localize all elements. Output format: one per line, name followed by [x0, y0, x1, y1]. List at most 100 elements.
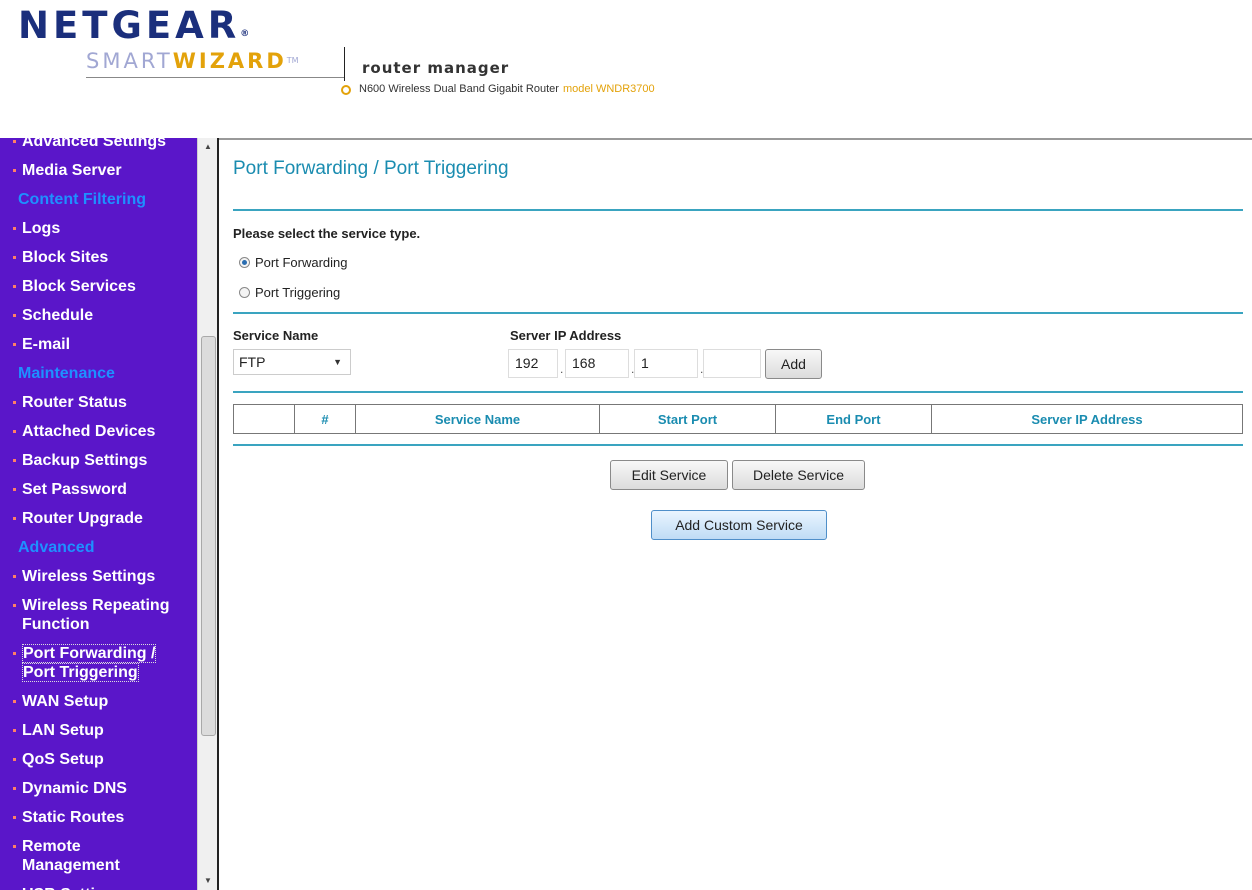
sidebar-section-maintenance: Maintenance	[18, 365, 115, 382]
logo-tm-text: TM	[286, 56, 299, 65]
bullet-icon	[13, 729, 16, 732]
sidebar-item-advanced-settings[interactable]: Advanced Settings	[0, 138, 197, 151]
divider	[233, 444, 1243, 446]
edit-service-button[interactable]: Edit Service	[610, 460, 728, 490]
bullet-icon	[13, 517, 16, 520]
sidebar-item-label: Router Upgrade	[22, 510, 143, 527]
app-title: router manager	[362, 59, 510, 77]
sidebar-item-usb-settings[interactable]: USB Settings	[0, 885, 197, 890]
table-header-service-name: Service Name	[355, 404, 600, 434]
bullet-icon	[13, 700, 16, 703]
sidebar-item-lan-setup[interactable]: LAN Setup	[0, 721, 197, 740]
sidebar-item-label: USB Settings	[22, 886, 123, 890]
sidebar-item-qos-setup[interactable]: QoS Setup	[0, 750, 197, 769]
sidebar-item-label: LAN Setup	[22, 722, 104, 739]
sidebar-item-e-mail[interactable]: E-mail	[0, 335, 197, 354]
sidebar-item-set-password[interactable]: Set Password	[0, 480, 197, 499]
sidebar-item-label: Function	[22, 616, 90, 633]
sidebar-item-block-sites[interactable]: Block Sites	[0, 248, 197, 267]
service-type-label: Please select the service type.	[233, 226, 421, 241]
ip-octet-4-input[interactable]	[703, 349, 761, 378]
sidebar-item-dynamic-dns[interactable]: Dynamic DNS	[0, 779, 197, 798]
radio-port-forwarding-label: Port Forwarding	[255, 255, 348, 270]
page-title: Port Forwarding / Port Triggering	[233, 158, 509, 179]
sidebar-item-label: Advanced Settings	[22, 138, 167, 150]
smartwizard-logo: SMARTWIZARDTM	[86, 48, 299, 74]
sidebar-scrollbar[interactable]: ▲ ▼	[197, 138, 218, 890]
radio-checked-icon[interactable]	[239, 257, 250, 268]
sidebar: Advanced Settings Media Server Content Fil…	[0, 138, 197, 890]
sidebar-item-logs[interactable]: Logs	[0, 219, 197, 238]
radio-port-forwarding[interactable]: Port Forwarding	[239, 255, 347, 270]
bullet-icon	[13, 430, 16, 433]
sidebar-item-media-server[interactable]: Media Server	[0, 161, 197, 180]
table-header-end-port: End Port	[775, 404, 932, 434]
sidebar-item-schedule[interactable]: Schedule	[0, 306, 197, 325]
table-header-row: # Service Name Start Port End Port Serve…	[233, 404, 1243, 434]
sidebar-item-wireless-repeating-function[interactable]: Wireless Repeating Function	[0, 596, 197, 634]
sidebar-item-label: Port Triggering	[22, 663, 139, 682]
sidebar-item-label: E-mail	[22, 336, 71, 353]
sidebar-section-advanced: Advanced	[18, 539, 95, 556]
chevron-down-icon: ▼	[333, 357, 342, 367]
sidebar-item-attached-devices[interactable]: Attached Devices	[0, 422, 197, 441]
bullet-icon	[13, 488, 16, 491]
sidebar-item-label: Block Sites	[22, 249, 109, 266]
brand-name: NETGEAR	[18, 4, 241, 47]
sidebar-item-router-upgrade[interactable]: Router Upgrade	[0, 509, 197, 528]
services-table: # Service Name Start Port End Port Serve…	[233, 404, 1243, 434]
sidebar-item-label: Schedule	[22, 307, 94, 324]
sidebar-item-static-routes[interactable]: Static Routes	[0, 808, 197, 827]
ip-octet-2-input[interactable]: 168	[565, 349, 629, 378]
sidebar-item-block-services[interactable]: Block Services	[0, 277, 197, 296]
table-header-select	[233, 404, 295, 434]
header: NETGEAR® SMARTWIZARDTM router manager N6…	[0, 0, 1252, 128]
table-header-start-port: Start Port	[599, 404, 776, 434]
bullet-icon	[13, 652, 16, 655]
sidebar-item-remote-management[interactable]: Remote Management	[0, 837, 197, 875]
sidebar-item-label: Block Services	[22, 278, 136, 295]
bullet-icon	[13, 169, 16, 172]
ip-octet-3-input[interactable]: 1	[634, 349, 698, 378]
scroll-down-arrow-icon[interactable]: ▼	[198, 872, 218, 890]
sidebar-item-backup-settings[interactable]: Backup Settings	[0, 451, 197, 470]
sidebar-item-label: Wireless Repeating	[22, 597, 170, 614]
device-subtitle: N600 Wireless Dual Band Gigabit Router mo…	[359, 83, 655, 95]
bullet-icon	[13, 256, 16, 259]
header-bullet-icon	[341, 85, 351, 95]
sidebar-item-label: QoS Setup	[22, 751, 104, 768]
logo-wizard-text: WIZARD	[172, 49, 287, 73]
sidebar-item-label: Attached Devices	[22, 423, 156, 440]
sidebar-item-router-status[interactable]: Router Status	[0, 393, 197, 412]
bullet-icon	[13, 575, 16, 578]
bullet-icon	[13, 845, 16, 848]
bullet-icon	[13, 787, 16, 790]
logo-bracket	[344, 47, 345, 81]
ip-octet-1-input[interactable]: 192	[508, 349, 558, 378]
sidebar-item-label: WAN Setup	[22, 693, 109, 710]
service-name-select[interactable]: FTP ▼	[233, 349, 351, 375]
sidebar-item-label: Remote	[22, 838, 81, 855]
bullet-icon	[13, 227, 16, 230]
sidebar-item-label: Dynamic DNS	[22, 780, 127, 797]
scroll-up-arrow-icon[interactable]: ▲	[198, 138, 218, 156]
bullet-icon	[13, 604, 16, 607]
radio-port-triggering[interactable]: Port Triggering	[239, 285, 340, 300]
bullet-icon	[13, 816, 16, 819]
scroll-thumb[interactable]	[201, 336, 216, 736]
add-custom-service-button[interactable]: Add Custom Service	[651, 510, 827, 540]
bullet-icon	[13, 343, 16, 346]
divider	[233, 312, 1243, 314]
radio-unchecked-icon[interactable]	[239, 287, 250, 298]
bullet-icon	[13, 285, 16, 288]
sidebar-item-label: Set Password	[22, 481, 127, 498]
sidebar-item-port-forwarding-port-triggering[interactable]: Port Forwarding / Port Triggering	[0, 644, 197, 682]
sidebar-item-wireless-settings[interactable]: Wireless Settings	[0, 567, 197, 586]
sidebar-item-label: Wireless Settings	[22, 568, 156, 585]
delete-service-button[interactable]: Delete Service	[732, 460, 865, 490]
sidebar-item-label: Logs	[22, 220, 61, 237]
service-name-label: Service Name	[233, 328, 319, 343]
add-button[interactable]: Add	[765, 349, 822, 379]
sidebar-item-wan-setup[interactable]: WAN Setup	[0, 692, 197, 711]
sidebar-item-label: Media Server	[22, 162, 122, 179]
